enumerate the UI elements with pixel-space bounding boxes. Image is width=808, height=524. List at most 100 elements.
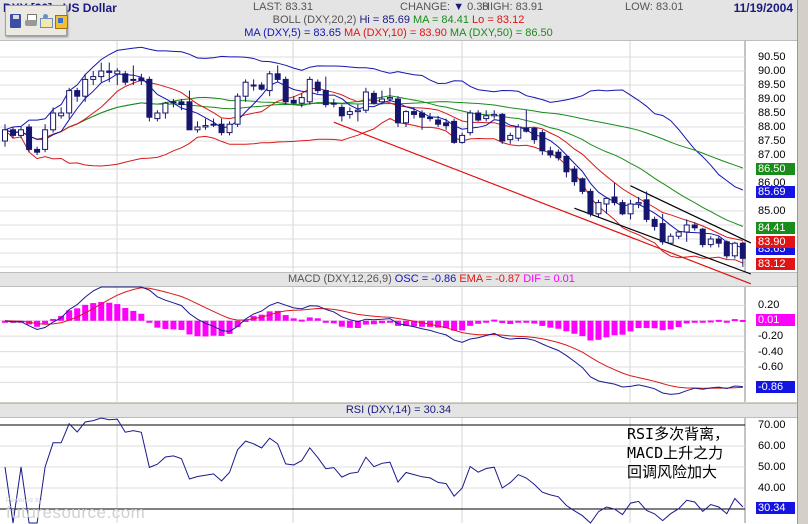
macd-tick-label: -0.20 (758, 330, 784, 343)
macd-histogram-bar (491, 319, 498, 322)
print-icon[interactable] (25, 13, 37, 28)
macd-histogram-bar (595, 320, 602, 340)
price-tick-label: 85.00 (758, 205, 786, 217)
watermark-powered: Powered by (6, 498, 43, 504)
macd-histogram-bar (611, 320, 618, 336)
macd-histogram-bar (659, 320, 666, 331)
candle-down (146, 78, 153, 118)
macd-histogram-bar (691, 320, 698, 323)
macd-histogram-bar (739, 319, 746, 322)
candle-up (50, 112, 57, 131)
macd-histogram-bar (386, 320, 393, 323)
candle-up (403, 111, 409, 124)
candle-up (2, 129, 8, 142)
candle-up (130, 78, 137, 81)
candle-down (555, 151, 562, 159)
candle-down (26, 126, 33, 150)
candle-up (266, 73, 273, 92)
candle-down (531, 127, 538, 141)
candle-up (58, 112, 65, 117)
macd-histogram-bar (563, 320, 570, 332)
candle-down (475, 112, 482, 121)
candle-down (587, 190, 594, 215)
save-icon[interactable] (10, 13, 21, 28)
candle-down (443, 122, 450, 127)
candle-up (170, 101, 177, 104)
macd-histogram-bar (539, 320, 546, 326)
macd-value-tag: -0.86 (756, 380, 795, 393)
macd-histogram-bar (467, 320, 474, 326)
macd-histogram-bar (130, 310, 137, 321)
macd-histogram-bar (643, 320, 650, 328)
macd-histogram-bar (162, 320, 169, 329)
watermark-logo: Powered by futuresource.com (6, 498, 146, 522)
macd-histogram-bar (699, 320, 706, 323)
macd-histogram-bar (707, 320, 714, 323)
boll-lower-line (4, 117, 744, 264)
candle-up (114, 70, 121, 75)
macd-histogram-bar (218, 320, 225, 336)
rsi-tick-label: 60.00 (758, 440, 786, 452)
candle-up (603, 197, 610, 205)
candle-down (218, 123, 225, 134)
macd-histogram-bar (378, 320, 385, 324)
macd-histogram-bar (715, 319, 722, 322)
candle-up (491, 113, 498, 117)
macd-tick-label: 0.20 (758, 299, 780, 312)
macd-histogram-bar (603, 320, 610, 338)
macd-histogram-bar (330, 320, 337, 324)
macd-histogram-bar (146, 320, 153, 323)
candle-down (314, 81, 321, 92)
macd-histogram-bar (507, 320, 514, 324)
macd-histogram-bar (459, 320, 466, 331)
macd-histogram-bar (579, 320, 586, 337)
rsi-value-tag: 30.34 (756, 502, 795, 515)
candle-down (571, 168, 578, 183)
macd-histogram-bar (667, 320, 674, 330)
candle-up (210, 123, 217, 126)
candle-up (507, 134, 514, 141)
macd-histogram-bar (186, 320, 193, 335)
candle-down (10, 129, 17, 136)
macd-histogram-bar (587, 320, 594, 341)
candle-up (98, 70, 105, 78)
candle-up (82, 78, 89, 97)
macd-histogram-bar (499, 320, 506, 324)
candle-down (394, 98, 401, 124)
email-icon[interactable] (40, 13, 53, 28)
candle-up (226, 123, 233, 134)
macd-histogram-bar (114, 304, 121, 321)
watermark-brand: futuresource.com (6, 503, 146, 522)
candle-down (643, 199, 650, 220)
price-value-tag: 85.69 (756, 185, 795, 198)
candle-up (515, 126, 522, 139)
price-value-tag: 83.12 (756, 257, 795, 270)
candle-down (338, 106, 345, 117)
candle-up (675, 231, 682, 237)
candle-up (627, 203, 634, 215)
macd-tick-label: -0.60 (758, 360, 784, 373)
candle-up (298, 97, 305, 104)
candle-up (330, 102, 337, 105)
macd-histogram-bar (290, 318, 297, 321)
macd-signal-line (4, 287, 743, 389)
candle-down (370, 92, 377, 104)
candle-up (234, 95, 241, 125)
price-tick-label: 88.00 (758, 121, 786, 133)
candle-up (42, 129, 49, 150)
candle-down (651, 218, 658, 227)
macd-histogram-bar (523, 320, 530, 323)
candle-down (419, 112, 426, 118)
macd-histogram-bar (106, 302, 113, 321)
candle-up (683, 224, 690, 233)
export-icon[interactable] (55, 14, 68, 29)
macd-histogram-bar (122, 308, 129, 321)
macd-histogram-bar (651, 320, 658, 329)
candle-down (547, 150, 554, 156)
candle-up (362, 91, 369, 111)
rsi-tick-label: 70.00 (758, 419, 786, 431)
candle-up (378, 98, 385, 103)
candle-down (739, 242, 746, 259)
macd-histogram-bar (475, 320, 482, 324)
macd-histogram-bar (322, 320, 329, 323)
